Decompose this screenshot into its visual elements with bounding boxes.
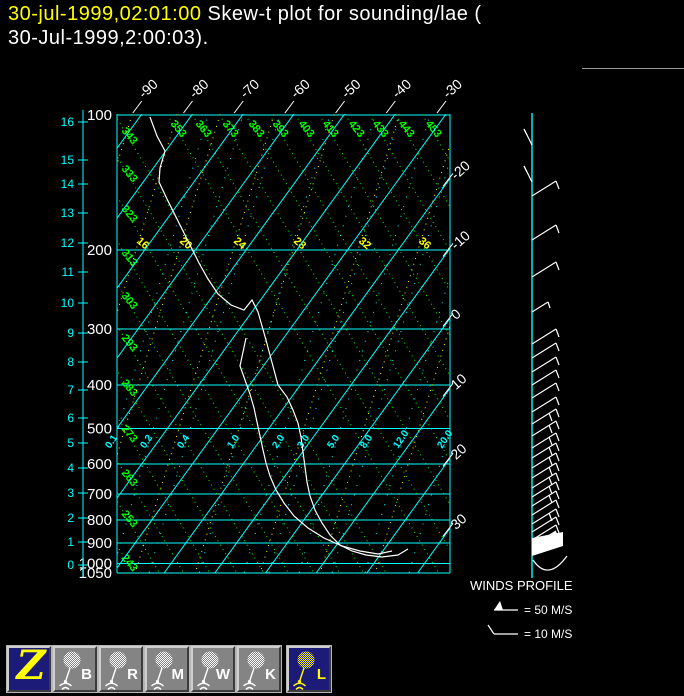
- skewt-canvas: 1002003004005006007008009001000105001234…: [61, 76, 573, 664]
- svg-text:400: 400: [87, 377, 112, 394]
- svg-text:500: 500: [87, 420, 112, 437]
- svg-text:-80: -80: [186, 76, 212, 102]
- svg-text:20: 20: [447, 440, 469, 462]
- toolbar-button-l[interactable]: L: [287, 646, 331, 692]
- svg-text:363: 363: [193, 118, 214, 140]
- svg-text:393: 393: [270, 118, 291, 140]
- svg-text:0: 0: [67, 558, 74, 572]
- svg-text:273: 273: [119, 423, 140, 445]
- svg-text:1050: 1050: [79, 565, 112, 582]
- svg-text:11: 11: [62, 265, 75, 279]
- svg-text:5.0: 5.0: [325, 433, 342, 451]
- toolbar-button-zeb[interactable]: Z: [7, 642, 51, 692]
- toolbar: Z B R M W K L: [0, 642, 684, 696]
- svg-text:300: 300: [87, 321, 112, 338]
- svg-text:WINDS PROFILE: WINDS PROFILE: [470, 578, 573, 593]
- svg-text:3: 3: [67, 486, 74, 500]
- svg-text:-70: -70: [237, 76, 263, 102]
- sounding-balloon-icon: [293, 651, 315, 690]
- toolbar-button-b[interactable]: B: [53, 646, 97, 692]
- svg-text:4: 4: [67, 461, 74, 475]
- toolbar-button-label: W: [215, 666, 230, 683]
- svg-text:413: 413: [320, 118, 341, 140]
- svg-text:12.0: 12.0: [391, 428, 411, 451]
- toolbar-button-label: L: [316, 666, 326, 683]
- wind-barbs: [523, 128, 568, 571]
- svg-text:6: 6: [67, 411, 74, 425]
- svg-text:7: 7: [67, 383, 74, 397]
- svg-text:333: 333: [119, 163, 140, 185]
- svg-text:253: 253: [119, 508, 140, 530]
- toolbar-button-label: K: [265, 666, 276, 683]
- dry-adiabat-labels: 343333323313303293283273263253243353 363 3…: [119, 118, 444, 574]
- pressure-grid: [116, 114, 451, 574]
- svg-text:443: 443: [396, 118, 417, 140]
- toolbar-button-r[interactable]: R: [99, 646, 143, 692]
- svg-text:0.4: 0.4: [175, 433, 192, 451]
- svg-text:2.0: 2.0: [270, 433, 287, 451]
- zeb-logo-icon: Z: [16, 642, 46, 689]
- svg-text:8: 8: [67, 355, 74, 369]
- svg-text:343: 343: [119, 125, 140, 147]
- toolbar-button-w[interactable]: W: [191, 646, 235, 692]
- svg-text:13: 13: [61, 206, 75, 220]
- svg-text:1: 1: [67, 535, 74, 549]
- svg-text:-40: -40: [389, 76, 415, 102]
- svg-text:-10: -10: [447, 227, 473, 253]
- svg-text:9: 9: [67, 326, 74, 340]
- svg-text:423: 423: [346, 118, 367, 140]
- svg-text:-30: -30: [439, 76, 465, 102]
- svg-text:= 50 M/S: = 50 M/S: [524, 603, 572, 617]
- svg-text:16: 16: [61, 115, 75, 129]
- svg-text:800: 800: [87, 512, 112, 529]
- svg-text:-60: -60: [287, 76, 313, 102]
- svg-text:-20: -20: [447, 157, 473, 183]
- svg-text:403: 403: [296, 118, 317, 140]
- svg-text:100: 100: [87, 107, 112, 124]
- svg-text:10: 10: [61, 296, 75, 310]
- svg-text:700: 700: [87, 486, 112, 503]
- svg-text:283: 283: [119, 377, 140, 399]
- temperature-axis-labels: -90 -80 -70 -60 -50 -40 -30-20-100102030: [132, 76, 473, 537]
- svg-text:15: 15: [61, 153, 75, 167]
- svg-text:30: 30: [447, 510, 469, 532]
- svg-text:900: 900: [87, 535, 112, 552]
- temperature-trace: [149, 116, 409, 558]
- mixing-ratio-labels: 0.1 0.2 0.4 1.0 2.0 3.0 5.0 8.0 12.0 20.0: [103, 428, 455, 451]
- sounding-balloon-icon: [243, 651, 265, 690]
- height-axis: 012345678910111213141516: [61, 110, 88, 577]
- svg-text:200: 200: [87, 242, 112, 259]
- svg-text:-50: -50: [338, 76, 364, 102]
- svg-text:12: 12: [61, 236, 75, 250]
- toolbar-button-label: B: [81, 666, 92, 683]
- svg-text:323: 323: [119, 203, 140, 225]
- svg-text:600: 600: [87, 456, 112, 473]
- svg-text:14: 14: [61, 177, 75, 191]
- mixing-ratio-lines: [117, 114, 450, 573]
- toolbar-button-m[interactable]: M: [145, 646, 189, 692]
- svg-text:243: 243: [119, 552, 140, 574]
- pressure-axis-labels: 10020030040050060070080090010001050: [79, 107, 112, 582]
- toolbar-button-k[interactable]: K: [237, 646, 281, 692]
- svg-text:5: 5: [67, 436, 74, 450]
- toolbar-button-label: M: [171, 666, 185, 683]
- svg-text:1.0: 1.0: [225, 433, 242, 451]
- svg-text:383: 383: [246, 118, 267, 140]
- svg-text:2: 2: [67, 511, 74, 525]
- sounding-balloon-icon: [105, 651, 127, 690]
- svg-text:= 10 M/S: = 10 M/S: [524, 627, 572, 641]
- svg-text:303: 303: [119, 290, 140, 312]
- svg-text:-90: -90: [135, 76, 161, 102]
- svg-text:10: 10: [447, 370, 469, 392]
- sounding-balloon-icon: [59, 651, 81, 690]
- toolbar-button-label: R: [127, 666, 138, 683]
- isotherm-lines: [117, 114, 450, 573]
- svg-text:353: 353: [168, 118, 189, 140]
- svg-text:433: 433: [370, 118, 391, 140]
